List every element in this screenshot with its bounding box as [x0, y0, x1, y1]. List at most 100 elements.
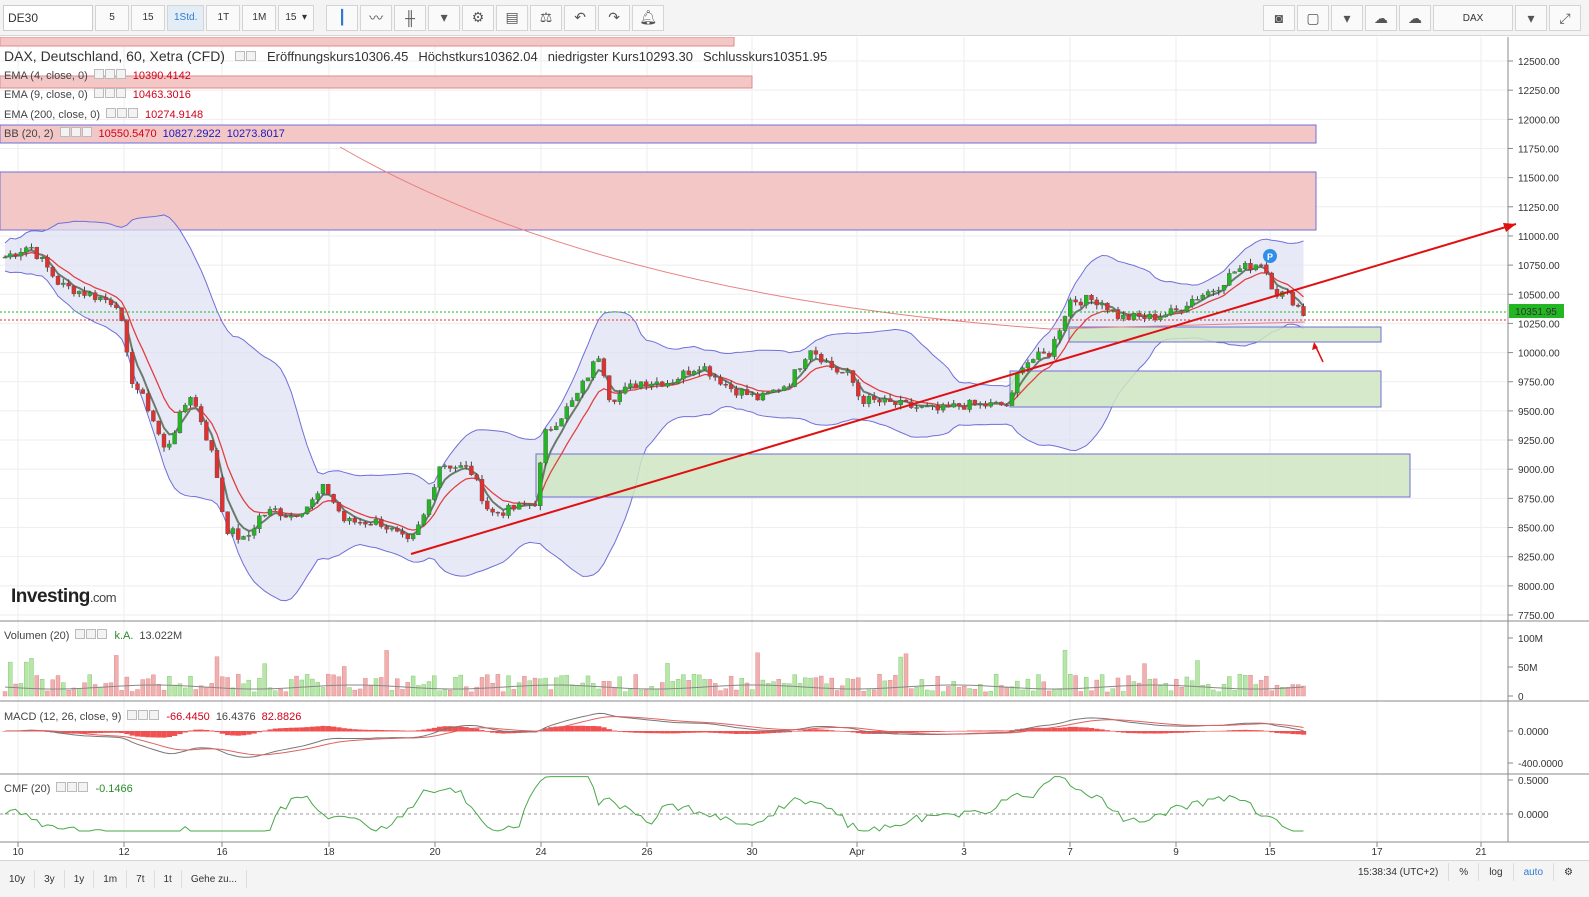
close-icon[interactable] — [97, 629, 108, 639]
settings-icon[interactable] — [117, 108, 127, 118]
macd-histogram-bar — [1141, 731, 1148, 734]
range-1t[interactable]: 1t — [155, 870, 182, 888]
layout-icon[interactable]: ▢ — [1297, 5, 1329, 31]
bb-lower-value: 10273.8017 — [226, 127, 285, 140]
macd-histogram-bar — [1094, 728, 1100, 732]
macd-histogram-bar — [1300, 731, 1307, 735]
price-label: 11000.00 — [1518, 232, 1559, 243]
close-icon[interactable] — [128, 108, 138, 118]
eye-icon[interactable] — [93, 88, 104, 98]
eye-icon[interactable] — [106, 108, 116, 118]
close-icon[interactable] — [115, 88, 126, 98]
exchange-button[interactable]: DAX — [1433, 5, 1513, 31]
close-icon[interactable] — [81, 127, 92, 137]
volume-axis: 100M 50M 0 — [1508, 634, 1543, 703]
exchange-dropdown-icon[interactable]: ▾ — [1515, 5, 1547, 31]
candle-body — [230, 528, 236, 534]
settings-icon[interactable] — [67, 782, 78, 792]
candle-body — [357, 522, 363, 524]
eye-icon[interactable] — [56, 782, 67, 792]
chart-type-dropdown-icon[interactable]: ▾ — [428, 4, 461, 31]
interval-1m[interactable]: 1M — [242, 4, 277, 31]
volume-bar — [13, 683, 18, 697]
settings-icon[interactable] — [104, 69, 115, 79]
goto-date-button[interactable]: Gehe zu... — [182, 870, 247, 888]
percent-toggle[interactable]: % — [1448, 863, 1478, 881]
candle-body — [1195, 299, 1200, 301]
range-3y[interactable]: 3y — [35, 870, 65, 888]
date-axis[interactable]: 10 12 16 18 20 24 26 30 Apr 3 7 9 15 17 21 — [12, 842, 1487, 858]
candle-body — [760, 392, 766, 401]
volume-bar — [299, 679, 304, 697]
volume-bar — [39, 679, 45, 697]
volume-bar — [946, 686, 951, 697]
range-10y[interactable]: 10y — [0, 870, 36, 888]
eye-icon[interactable] — [75, 629, 86, 639]
volume-bar — [336, 676, 342, 697]
candles-icon[interactable]: ┃ — [326, 4, 359, 31]
candle-body — [389, 527, 395, 530]
range-1y[interactable]: 1y — [65, 870, 95, 888]
settings-icon[interactable] — [104, 88, 115, 98]
bar-type-icon[interactable]: ╫ — [394, 4, 427, 31]
candle-body — [516, 502, 522, 510]
undo-icon[interactable]: ↶ — [564, 4, 597, 31]
candle-body — [1009, 392, 1015, 406]
eye-icon[interactable] — [93, 69, 104, 79]
interval-1h[interactable]: 1Std. — [167, 4, 205, 31]
close-icon[interactable] — [78, 782, 89, 792]
alert-icon[interactable]: 🔔︎ — [632, 4, 665, 31]
interval-5[interactable]: 5 — [95, 4, 129, 31]
macd-histogram-bar — [150, 731, 157, 738]
volume-bar — [649, 686, 654, 697]
log-toggle[interactable]: log — [1478, 863, 1512, 881]
candle-body — [887, 398, 893, 402]
cloud-save-icon[interactable]: ☁ — [1399, 5, 1431, 31]
macd-histogram-bar — [723, 731, 729, 734]
macd-histogram-bar — [426, 728, 432, 732]
candle-body — [930, 405, 935, 407]
volume-bar — [1174, 678, 1179, 697]
macd-histogram-bar — [262, 730, 268, 732]
line-chart-icon[interactable]: 〰 — [360, 4, 393, 31]
settings-icon[interactable] — [86, 629, 97, 639]
cloud-load-icon[interactable]: ☁ — [1365, 5, 1397, 31]
close-icon[interactable] — [115, 69, 126, 79]
chart-canvas[interactable]: P 12500.00 12250.00 12000.00 11750.00 11500.… — [0, 37, 1589, 860]
settings-icon[interactable] — [245, 51, 256, 61]
layout-dropdown-icon[interactable]: ▾ — [1331, 5, 1363, 31]
candle-body — [850, 370, 856, 383]
settings-gear-icon[interactable]: ⚙ — [1553, 863, 1583, 881]
eye-icon[interactable] — [59, 127, 70, 137]
candle-body — [903, 400, 909, 403]
volume-bar — [856, 677, 861, 697]
gear-icon[interactable]: ⚙ — [462, 4, 495, 31]
indicators-icon[interactable]: ▤ — [496, 4, 529, 31]
date-label: 7 — [1067, 847, 1073, 858]
candle-body — [1004, 404, 1009, 407]
macd-histogram-bar — [988, 730, 994, 732]
fullscreen-icon[interactable]: ⤢ — [1549, 5, 1581, 31]
macd-histogram-bar — [818, 729, 824, 732]
camera-icon[interactable]: ◙ — [1263, 5, 1295, 31]
symbol-input[interactable]: DE30 — [3, 4, 93, 31]
eye-icon[interactable] — [234, 51, 245, 61]
interval-dropdown[interactable]: 15 ▾ — [278, 4, 315, 31]
candle-body — [532, 503, 538, 507]
range-1m[interactable]: 1m — [94, 870, 128, 888]
macd-histogram-bar — [691, 731, 697, 733]
eye-icon[interactable] — [127, 710, 138, 720]
interval-15[interactable]: 15 — [131, 4, 165, 31]
candle-body — [8, 253, 13, 258]
compare-icon[interactable]: ⚖ — [530, 4, 563, 31]
auto-toggle[interactable]: auto — [1512, 863, 1553, 881]
price-axis[interactable]: 12500.00 12250.00 12000.00 11750.00 11500.00… — [1508, 57, 1560, 622]
volume-bar — [98, 687, 103, 697]
interval-1d[interactable]: 1T — [206, 4, 241, 31]
settings-icon[interactable] — [138, 710, 149, 720]
range-7t[interactable]: 7t — [127, 870, 155, 888]
close-icon[interactable] — [149, 710, 160, 720]
settings-icon[interactable] — [70, 127, 81, 137]
ema9-label: EMA (9, close, 0) — [4, 88, 88, 101]
redo-icon[interactable]: ↷ — [598, 4, 631, 31]
